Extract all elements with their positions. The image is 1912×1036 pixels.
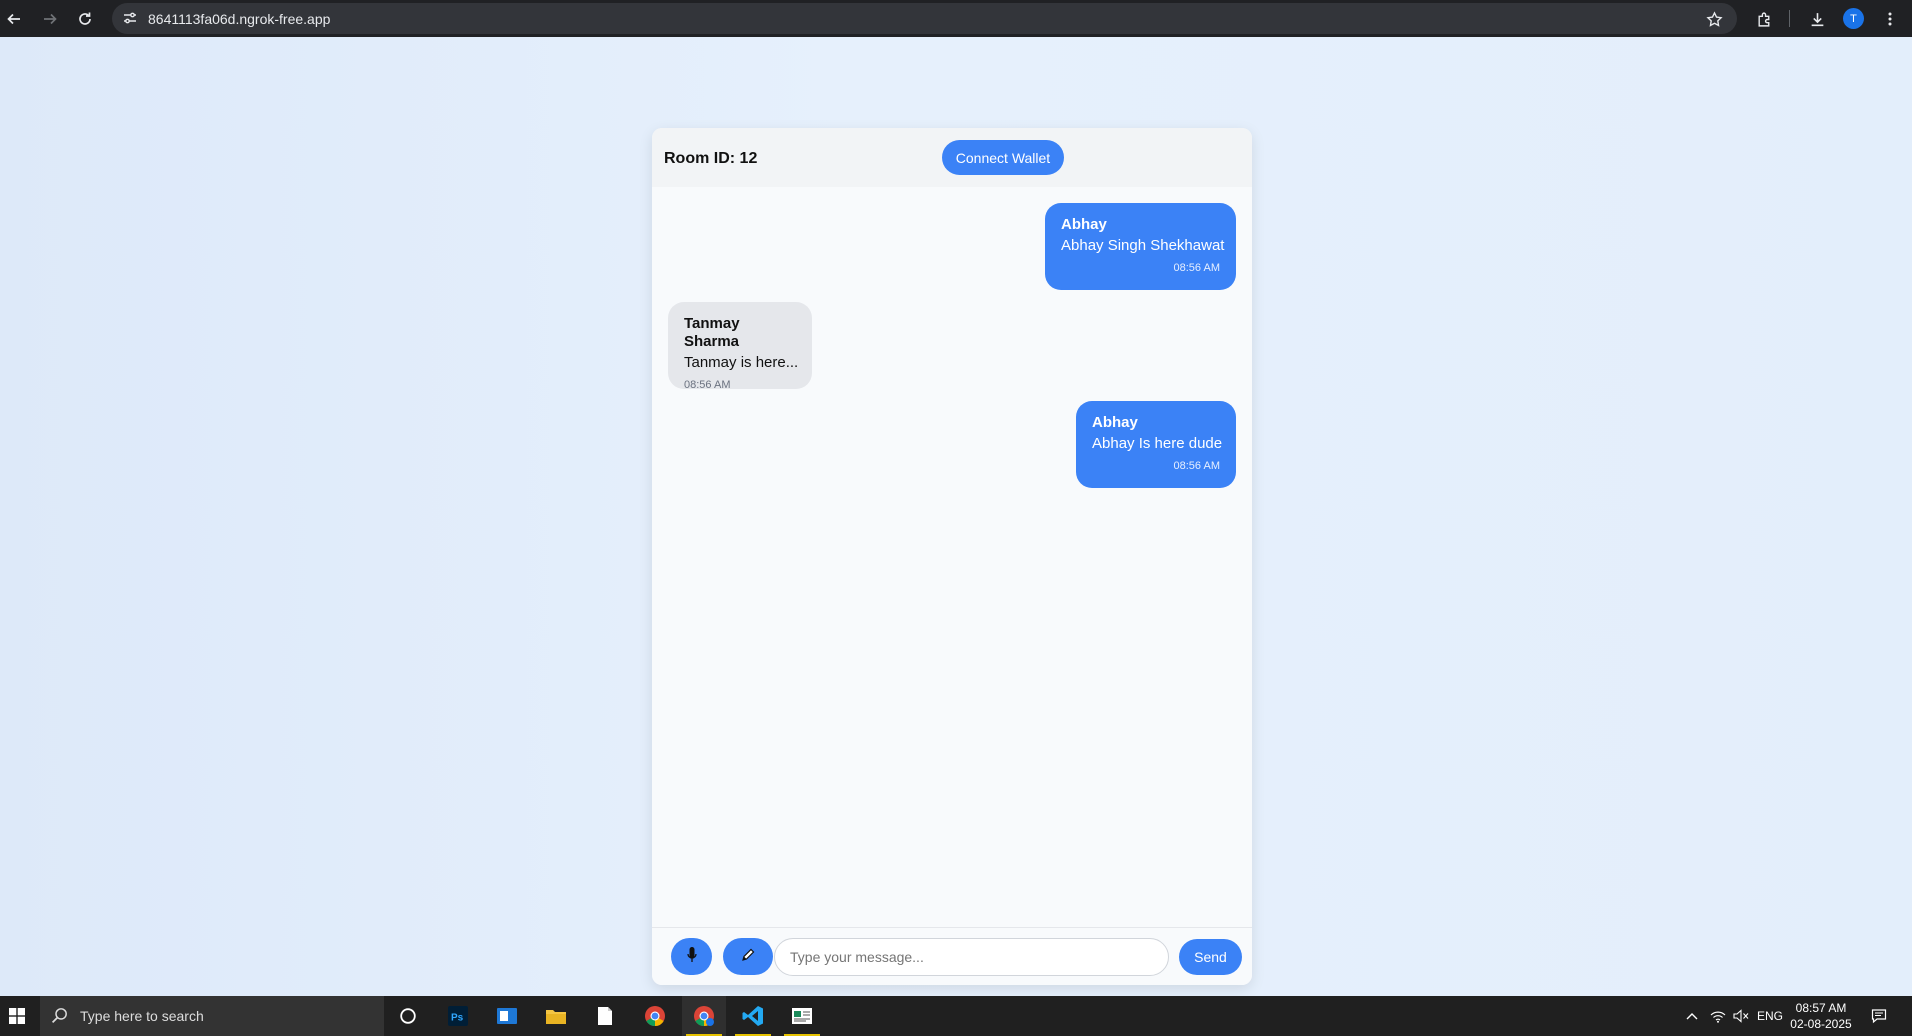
message-text: Abhay Singh Shekhawat xyxy=(1061,237,1225,254)
message-sender: Tanmay Sharma xyxy=(684,315,740,350)
url-text: 8641113fa06d.ngrok-free.app xyxy=(148,11,331,27)
message-text: Abhay Is here dude xyxy=(1092,435,1223,452)
taskbar-search[interactable]: Type here to search xyxy=(40,996,384,1036)
browser-toolbar: 8641113fa06d.ngrok-free.app T xyxy=(0,0,1912,37)
document-icon[interactable] xyxy=(583,996,627,1036)
draw-button[interactable] xyxy=(723,938,773,975)
file-explorer-icon[interactable] xyxy=(534,996,578,1036)
chrome-icon[interactable] xyxy=(633,996,677,1036)
chevron-up-icon[interactable] xyxy=(1682,996,1702,1036)
message-composer: Send xyxy=(652,927,1252,985)
page-background: Room ID: 12 Connect Wallet Abhay Abhay S… xyxy=(0,37,1912,996)
bookmark-star-icon[interactable] xyxy=(1703,8,1725,30)
mic-button[interactable] xyxy=(671,938,712,975)
volume-muted-icon[interactable] xyxy=(1730,996,1752,1036)
search-placeholder: Type here to search xyxy=(80,1008,204,1024)
message-time: 08:56 AM xyxy=(1173,460,1220,472)
chrome-profile-icon[interactable] xyxy=(682,996,726,1036)
svg-text:Ps: Ps xyxy=(451,1013,464,1024)
address-bar[interactable]: 8641113fa06d.ngrok-free.app xyxy=(112,3,1737,34)
chat-header: Room ID: 12 Connect Wallet xyxy=(652,128,1252,187)
site-settings-icon[interactable] xyxy=(121,9,139,27)
wifi-icon[interactable] xyxy=(1707,996,1729,1036)
extensions-icon[interactable] xyxy=(1753,8,1775,30)
language-indicator[interactable]: ENG xyxy=(1756,996,1784,1036)
message-bubble: Tanmay Sharma Tanmay is here... 08:56 AM xyxy=(668,302,812,391)
clock-time: 08:57 AM xyxy=(1795,1001,1847,1015)
news-app-icon[interactable] xyxy=(780,996,824,1036)
mic-icon xyxy=(686,946,697,967)
search-icon xyxy=(51,1007,68,1029)
room-id-label: Room ID: 12 xyxy=(664,150,758,167)
notification-icon[interactable] xyxy=(1866,996,1892,1036)
connect-wallet-button[interactable]: Connect Wallet xyxy=(942,140,1064,175)
message-text: Tanmay is here... xyxy=(684,354,799,371)
message-time: 08:56 AM xyxy=(684,379,731,391)
chat-window: Room ID: 12 Connect Wallet Abhay Abhay S… xyxy=(652,128,1252,985)
send-button[interactable]: Send xyxy=(1179,939,1242,975)
forward-icon[interactable] xyxy=(39,8,61,30)
download-icon[interactable] xyxy=(1806,8,1828,30)
message-bubble: Abhay Abhay Is here dude 08:56 AM xyxy=(1076,401,1236,488)
message-input[interactable] xyxy=(774,938,1169,976)
message-bubble: Abhay Abhay Singh Shekhawat 08:56 AM xyxy=(1045,203,1236,290)
reload-icon[interactable] xyxy=(74,8,96,30)
back-icon[interactable] xyxy=(3,8,25,30)
pen-icon xyxy=(740,947,756,966)
vscode-icon[interactable] xyxy=(731,996,775,1036)
clock-date: 02-08-2025 xyxy=(1790,1017,1852,1031)
profile-avatar[interactable]: T xyxy=(1843,8,1864,29)
menu-kebab-icon[interactable] xyxy=(1879,8,1901,30)
photoshop-icon[interactable]: Ps xyxy=(436,996,480,1036)
cortana-icon[interactable] xyxy=(386,996,430,1036)
windows-start-button[interactable] xyxy=(0,996,33,1036)
taskbar-clock[interactable]: 08:57 AM 02-08-2025 xyxy=(1786,1000,1856,1032)
message-sender: Abhay xyxy=(1061,216,1107,233)
toolbar-divider xyxy=(1789,10,1790,27)
message-sender: Abhay xyxy=(1092,414,1138,431)
message-time: 08:56 AM xyxy=(1173,262,1220,274)
tablet-app-icon[interactable] xyxy=(485,996,529,1036)
taskbar: Type here to search Ps ENG 08:57 AM 02-0… xyxy=(0,996,1912,1036)
